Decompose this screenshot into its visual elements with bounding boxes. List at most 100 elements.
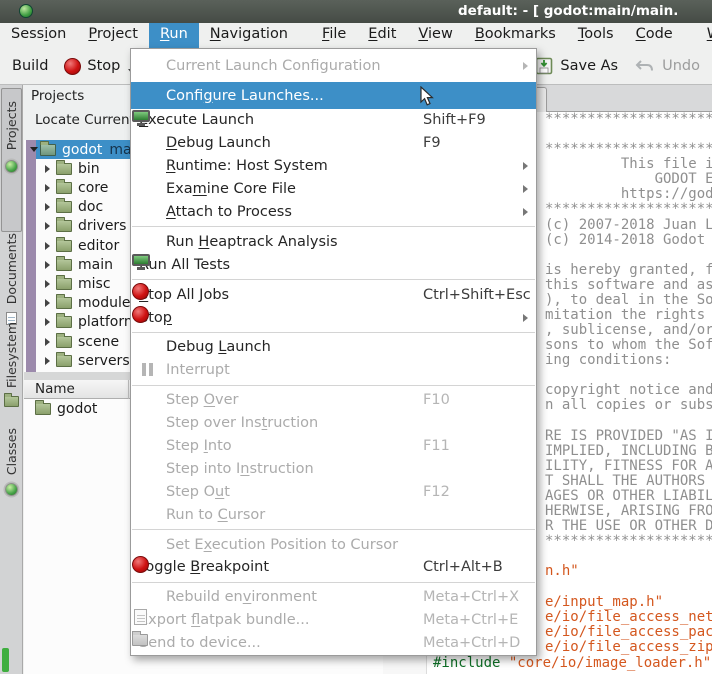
menu-item[interactable]: Toggle Breakpoint Ctrl+Alt+B <box>131 556 536 579</box>
dock-tab-classes[interactable]: Classes <box>1 428 22 506</box>
dock-tab-filesystem[interactable]: Filesystem <box>1 322 22 416</box>
menu-item[interactable]: Step into Instruction <box>131 457 536 480</box>
menu-item-icon <box>139 57 159 75</box>
menu-item[interactable]: Step Out F12 <box>131 480 536 503</box>
menu-item-label: Export flatpak bundle... <box>139 612 309 628</box>
stop-label: Stop <box>87 58 120 74</box>
expand-arrow-icon[interactable] <box>45 299 50 307</box>
menubar-item[interactable]: Project <box>77 23 149 48</box>
expand-arrow-icon[interactable] <box>45 280 50 288</box>
stop-icon <box>64 58 81 75</box>
kdevelop-window: default: - [ godot:main/main. Session Pr… <box>0 0 712 674</box>
menu-item[interactable]: Run to Cursor <box>131 503 536 526</box>
menu-item[interactable]: Step Over F10 <box>131 389 536 412</box>
menubar-item[interactable]: Bookmarks <box>464 23 567 48</box>
menu-item-label: Configure Launches... <box>166 88 324 104</box>
title-bar[interactable]: default: - [ godot:main/main. <box>0 0 712 23</box>
menubar-item[interactable]: View <box>407 23 463 48</box>
menu-item[interactable]: Stop All Jobs Ctrl+Shift+Esc <box>131 283 536 306</box>
menubar-item[interactable]: Run <box>149 23 199 48</box>
expand-arrow-icon[interactable] <box>45 357 50 365</box>
expand-arrow-icon[interactable] <box>45 222 50 230</box>
menubar-item[interactable]: Edit <box>357 23 407 48</box>
menu-item[interactable]: Debug Launch <box>131 336 536 359</box>
code-line: (c) 2014-2018 Godot Engi <box>545 233 712 248</box>
undo-button[interactable]: Undo <box>626 53 708 79</box>
menu-item-shortcut: Ctrl+Shift+Esc <box>423 287 531 303</box>
code-line: ************************ <box>545 202 712 217</box>
build-button[interactable]: Build <box>4 54 56 78</box>
tree-item-label: modules <box>78 295 138 311</box>
tree-item-label: main <box>78 257 113 273</box>
folder-icon <box>56 240 72 252</box>
editor-text[interactable]: ************************ ***************… <box>545 112 712 674</box>
save-as-button[interactable]: Save As <box>526 52 626 80</box>
menu-item[interactable]: Current Launch Configuration <box>131 49 536 82</box>
folder-icon <box>35 403 51 415</box>
column-divider[interactable] <box>128 380 129 399</box>
code-line: R THE USE OR OTHER DEAL <box>545 519 712 534</box>
menubar-item[interactable]: Code <box>625 23 684 48</box>
menu-item-icon <box>139 180 159 198</box>
menu-item[interactable]: Send to device... Meta+Ctrl+D <box>131 632 536 655</box>
menu-item-label: Step Out <box>166 484 230 500</box>
save-as-icon <box>534 56 554 76</box>
expand-arrow-icon[interactable] <box>45 318 50 326</box>
collapse-arrow-icon[interactable] <box>30 147 38 152</box>
menu-item[interactable]: Step Into F11 <box>131 435 536 458</box>
expand-arrow-icon[interactable] <box>45 242 50 250</box>
code-line: https://godot <box>545 187 712 202</box>
menu-item-icon <box>132 634 148 646</box>
menu-item[interactable]: Attach to Process <box>131 201 536 224</box>
menu-item[interactable]: Set Execution Position to Cursor <box>131 533 536 556</box>
dock-tab-documents[interactable]: Documents <box>1 233 22 321</box>
menu-item-shortcut: F12 <box>423 484 450 500</box>
menu-item-label: Step over Instruction <box>166 415 318 431</box>
dock-tab-filesystem-label: Filesystem <box>4 322 19 388</box>
menu-item[interactable]: Run Heaptrack Analysis <box>131 230 536 253</box>
expand-arrow-icon[interactable] <box>45 261 50 269</box>
menubar-item[interactable]: Navigation <box>199 23 299 48</box>
menu-item[interactable]: Examine Core File <box>131 178 536 201</box>
menubar-item[interactable]: Tools <box>567 23 625 48</box>
expand-arrow-icon[interactable] <box>45 338 50 346</box>
folder-icon <box>56 355 72 367</box>
menu-item-icon <box>139 437 159 455</box>
menu-item[interactable]: Interrupt <box>131 359 536 382</box>
menu-item[interactable]: Export flatpak bundle... Meta+Ctrl+E <box>131 609 536 632</box>
menu-item[interactable]: Stop <box>131 306 536 329</box>
dock-tab-projects-label: Projects <box>4 101 19 150</box>
bottom-dock-icon[interactable] <box>2 648 9 672</box>
menu-item[interactable]: Execute Launch Shift+F9 <box>131 109 536 132</box>
menu-item[interactable]: Configure Launches... <box>131 82 536 109</box>
table-row-label: godot <box>57 401 97 417</box>
code-line-include: #include "core/io/image_loader.h" <box>433 655 711 671</box>
dock-tab-classes-label: Classes <box>4 428 19 475</box>
name-column-header[interactable]: Name <box>35 381 75 397</box>
menu-item[interactable]: Rebuild environment Meta+Ctrl+X <box>131 586 536 609</box>
locate-current-document-button[interactable]: Locate Current <box>35 112 135 128</box>
folder-icon <box>56 201 72 213</box>
menu-item-label: Toggle Breakpoint <box>139 559 269 575</box>
menu-item[interactable]: Run All Tests <box>131 253 536 276</box>
menu-item-label: Stop All Jobs <box>139 287 229 303</box>
dock-tab-projects[interactable]: Projects <box>1 88 22 232</box>
menu-item[interactable]: Step over Instruction <box>131 412 536 435</box>
menu-item[interactable]: Debug Launch F9 <box>131 132 536 155</box>
code-line: , sublicense, and/or se <box>545 323 712 338</box>
tree-item-label: doc <box>78 199 103 215</box>
menubar-item[interactable]: Session <box>0 23 77 48</box>
expand-arrow-icon[interactable] <box>45 165 50 173</box>
menubar-item[interactable]: Window <box>696 23 712 48</box>
menu-item-icon <box>139 588 159 606</box>
menubar-item[interactable]: File <box>311 23 357 48</box>
expand-arrow-icon[interactable] <box>45 203 50 211</box>
menu-item[interactable]: Runtime: Host System <box>131 155 536 178</box>
tree-item-label: servers <box>78 353 130 369</box>
expand-arrow-icon[interactable] <box>45 184 50 192</box>
folder-icon <box>56 182 72 194</box>
code-line <box>545 248 712 263</box>
menu-item-label: Run Heaptrack Analysis <box>166 234 338 250</box>
folder-icon <box>56 163 72 175</box>
menu-separator <box>132 279 535 280</box>
